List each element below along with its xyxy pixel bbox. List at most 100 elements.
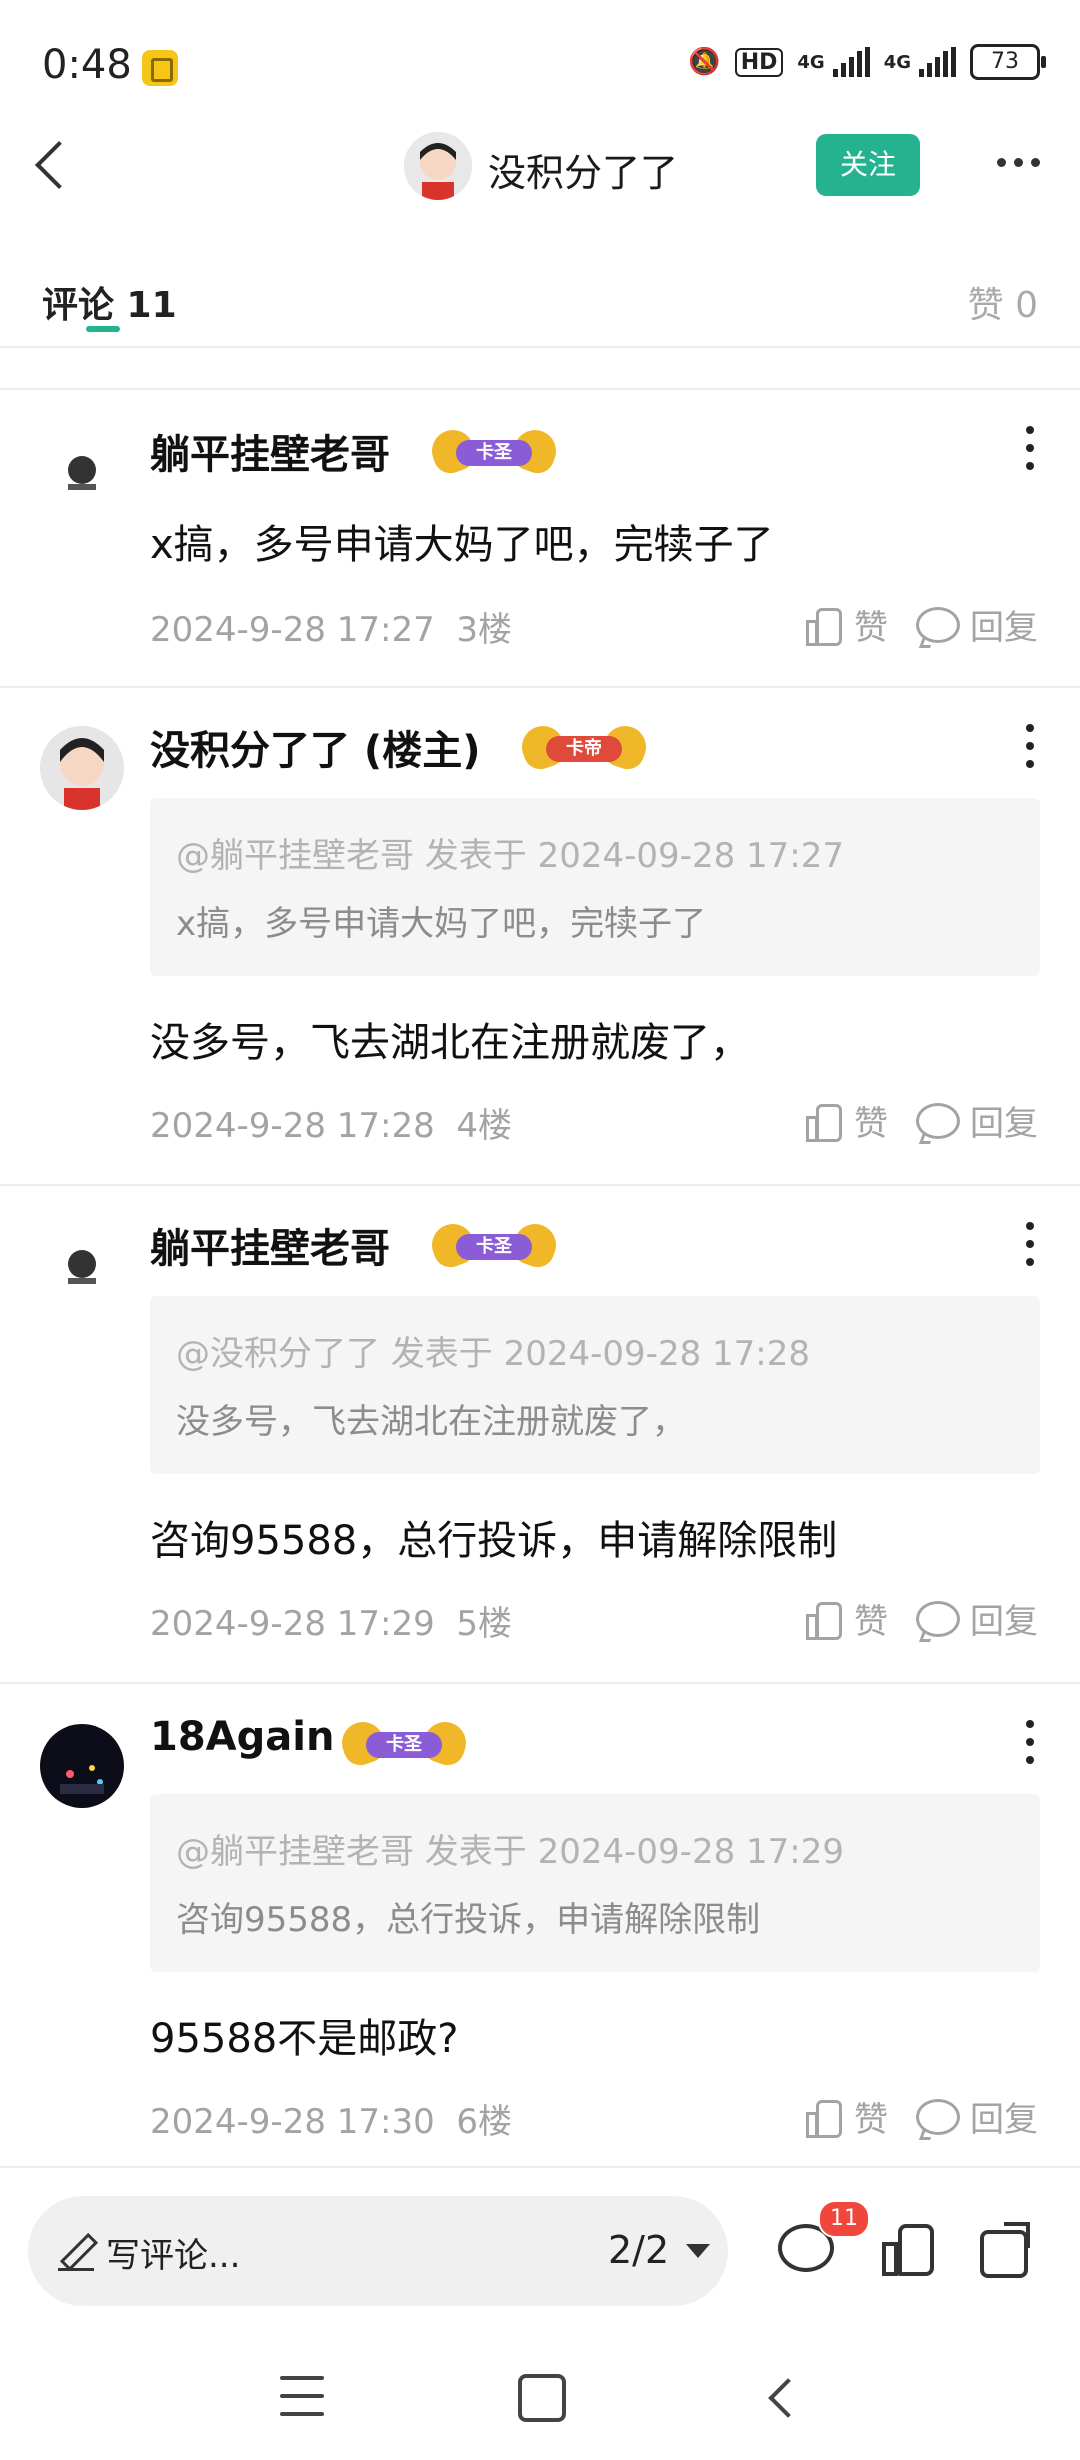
network-label-1: 4G (797, 51, 825, 73)
quote-header: @躺平挂壁老哥 发表于 2024-09-28 17:29 (176, 1832, 844, 1872)
quote-text: 没多号，飞去湖北在注册就废了， (176, 1402, 686, 1442)
comment-item: 18Again 卡圣 @躺平挂壁老哥 发表于 2024-09-28 17:29 … (0, 1684, 1080, 2164)
rank-badge: 卡圣 (336, 1716, 472, 1770)
rank-badge: 卡帝 (516, 720, 652, 774)
comment-meta: 2024-9-28 17:30 6楼 (150, 2094, 512, 2143)
tab-comments[interactable]: 评论 11 (42, 276, 177, 328)
network-label-2: 4G (883, 51, 911, 73)
username[interactable]: 躺平挂壁老哥 (150, 422, 390, 480)
divider (0, 2166, 1080, 2168)
quote-header: @没积分了了 发表于 2024-09-28 17:28 (176, 1334, 810, 1374)
comment-actions: 赞 回复 (806, 1594, 1038, 1643)
thumbs-up-icon[interactable] (882, 2222, 936, 2276)
quote-text: 咨询95588，总行投诉，申请解除限制 (176, 1900, 761, 1940)
menu-icon[interactable] (280, 2376, 324, 2416)
more-vertical-icon[interactable] (1024, 1720, 1036, 1764)
divider (0, 346, 1080, 348)
tab-likes[interactable]: 赞 0 (968, 276, 1038, 328)
home-icon[interactable] (518, 2374, 566, 2422)
share-icon[interactable] (980, 2222, 1034, 2278)
comment-item: 躺平挂壁老哥 卡圣 x搞，多号申请大妈了吧，完犊子了 2024-9-28 17:… (0, 390, 1080, 686)
quoted-comment[interactable]: @没积分了了 发表于 2024-09-28 17:28 没多号，飞去湖北在注册就… (150, 1296, 1040, 1474)
comment-actions: 赞 回复 (806, 1096, 1038, 1145)
composer-placeholder[interactable]: 写评论... (106, 2228, 240, 2277)
more-vertical-icon[interactable] (1024, 1222, 1036, 1266)
thumbs-up-icon[interactable] (806, 606, 842, 646)
thumbs-up-icon[interactable] (806, 1600, 842, 1640)
tab-indicator (86, 326, 120, 332)
follow-button[interactable]: 关注 (816, 134, 920, 196)
comment-meta: 2024-9-28 17:28 4楼 (150, 1098, 512, 1147)
comment-item: 没积分了了 (楼主) 卡帝 @躺平挂壁老哥 发表于 2024-09-28 17:… (0, 688, 1080, 1184)
comment-time: 2024-9-28 17:27 (150, 610, 435, 650)
header-title[interactable]: 没积分了了 (488, 142, 678, 197)
status-icons: 🔕 HD 4G 4G 73 (688, 44, 1046, 80)
user-avatar[interactable] (40, 430, 124, 514)
badge-label: 卡帝 (546, 736, 622, 762)
thumbs-up-icon[interactable] (806, 2098, 842, 2138)
quote-text: x搞，多号申请大妈了吧，完犊子了 (176, 904, 707, 944)
reply-button[interactable]: 回复 (970, 2092, 1038, 2141)
tab-bar: 评论 11 赞 0 (0, 256, 1080, 348)
badge-label: 卡圣 (456, 440, 532, 466)
comment-meta: 2024-9-28 17:29 5楼 (150, 1596, 512, 1645)
page-indicator[interactable]: 2/2 (608, 2228, 669, 2272)
more-vertical-icon[interactable] (1024, 426, 1036, 470)
more-horizontal-icon[interactable] (988, 142, 1048, 182)
comment-time: 2024-9-28 17:29 (150, 1604, 435, 1644)
user-avatar[interactable] (40, 1724, 124, 1808)
status-bar: 0:48 🔕 HD 4G 4G 73 (0, 0, 1080, 120)
reply-bubble-icon[interactable] (916, 606, 960, 643)
more-vertical-icon[interactable] (1024, 724, 1036, 768)
reply-bubble-icon[interactable] (916, 2098, 960, 2135)
back-icon[interactable] (24, 134, 80, 194)
mute-icon: 🔕 (688, 47, 721, 77)
username[interactable]: 躺平挂壁老哥 (150, 1216, 390, 1274)
comment-floor: 6楼 (456, 2102, 513, 2142)
like-button[interactable]: 赞 (854, 1096, 888, 1145)
comment-composer[interactable]: 写评论... 2/2 (28, 2196, 728, 2306)
notification-icon (142, 50, 178, 86)
quote-header: @躺平挂壁老哥 发表于 2024-09-28 17:27 (176, 836, 844, 876)
reply-bubble-icon[interactable] (916, 1600, 960, 1637)
comment-text: 咨询95588，总行投诉，申请解除限制 (150, 1518, 838, 1564)
thumbs-up-icon[interactable] (806, 1102, 842, 1142)
rank-badge: 卡圣 (426, 1218, 562, 1272)
badge-label: 卡圣 (456, 1234, 532, 1260)
comment-text: 95588不是邮政? (150, 2016, 459, 2062)
quoted-comment[interactable]: @躺平挂壁老哥 发表于 2024-09-28 17:27 x搞，多号申请大妈了吧… (150, 798, 1040, 976)
battery-icon: 73 (970, 44, 1046, 80)
status-time: 0:48 (42, 42, 132, 88)
signal-icon-2 (919, 47, 956, 77)
comment-meta: 2024-9-28 17:27 3楼 (150, 602, 512, 651)
comment-floor: 3楼 (456, 610, 513, 650)
rank-badge: 卡圣 (426, 424, 562, 478)
like-button[interactable]: 赞 (854, 1594, 888, 1643)
reply-button[interactable]: 回复 (970, 600, 1038, 649)
comment-text: x搞，多号申请大妈了吧，完犊子了 (150, 522, 774, 568)
pencil-icon (58, 2232, 98, 2272)
reply-button[interactable]: 回复 (970, 1096, 1038, 1145)
nav-back-icon[interactable] (762, 2378, 802, 2418)
comment-floor: 4楼 (456, 1106, 513, 1146)
comment-time: 2024-9-28 17:28 (150, 1106, 435, 1146)
comment-floor: 5楼 (456, 1604, 513, 1644)
caret-down-icon[interactable] (686, 2244, 710, 2258)
username[interactable]: 没积分了了 (楼主) (150, 718, 481, 776)
user-avatar[interactable] (40, 1224, 124, 1308)
comment-actions: 赞 回复 (806, 600, 1038, 649)
badge-label: 卡圣 (366, 1732, 442, 1758)
reply-button[interactable]: 回复 (970, 1594, 1038, 1643)
header: 没积分了了 关注 (0, 120, 1080, 210)
reply-bubble-icon[interactable] (916, 1102, 960, 1139)
user-avatar[interactable] (40, 726, 124, 810)
like-button[interactable]: 赞 (854, 2092, 888, 2141)
header-avatar[interactable] (404, 132, 472, 200)
comment-count-badge: 11 (818, 2200, 870, 2238)
like-button[interactable]: 赞 (854, 600, 888, 649)
quoted-comment[interactable]: @躺平挂壁老哥 发表于 2024-09-28 17:29 咨询95588，总行投… (150, 1794, 1040, 1972)
hd-icon: HD (734, 47, 784, 77)
comment-actions: 赞 回复 (806, 2092, 1038, 2141)
username[interactable]: 18Again (150, 1714, 334, 1760)
comment-time: 2024-9-28 17:30 (150, 2102, 435, 2142)
